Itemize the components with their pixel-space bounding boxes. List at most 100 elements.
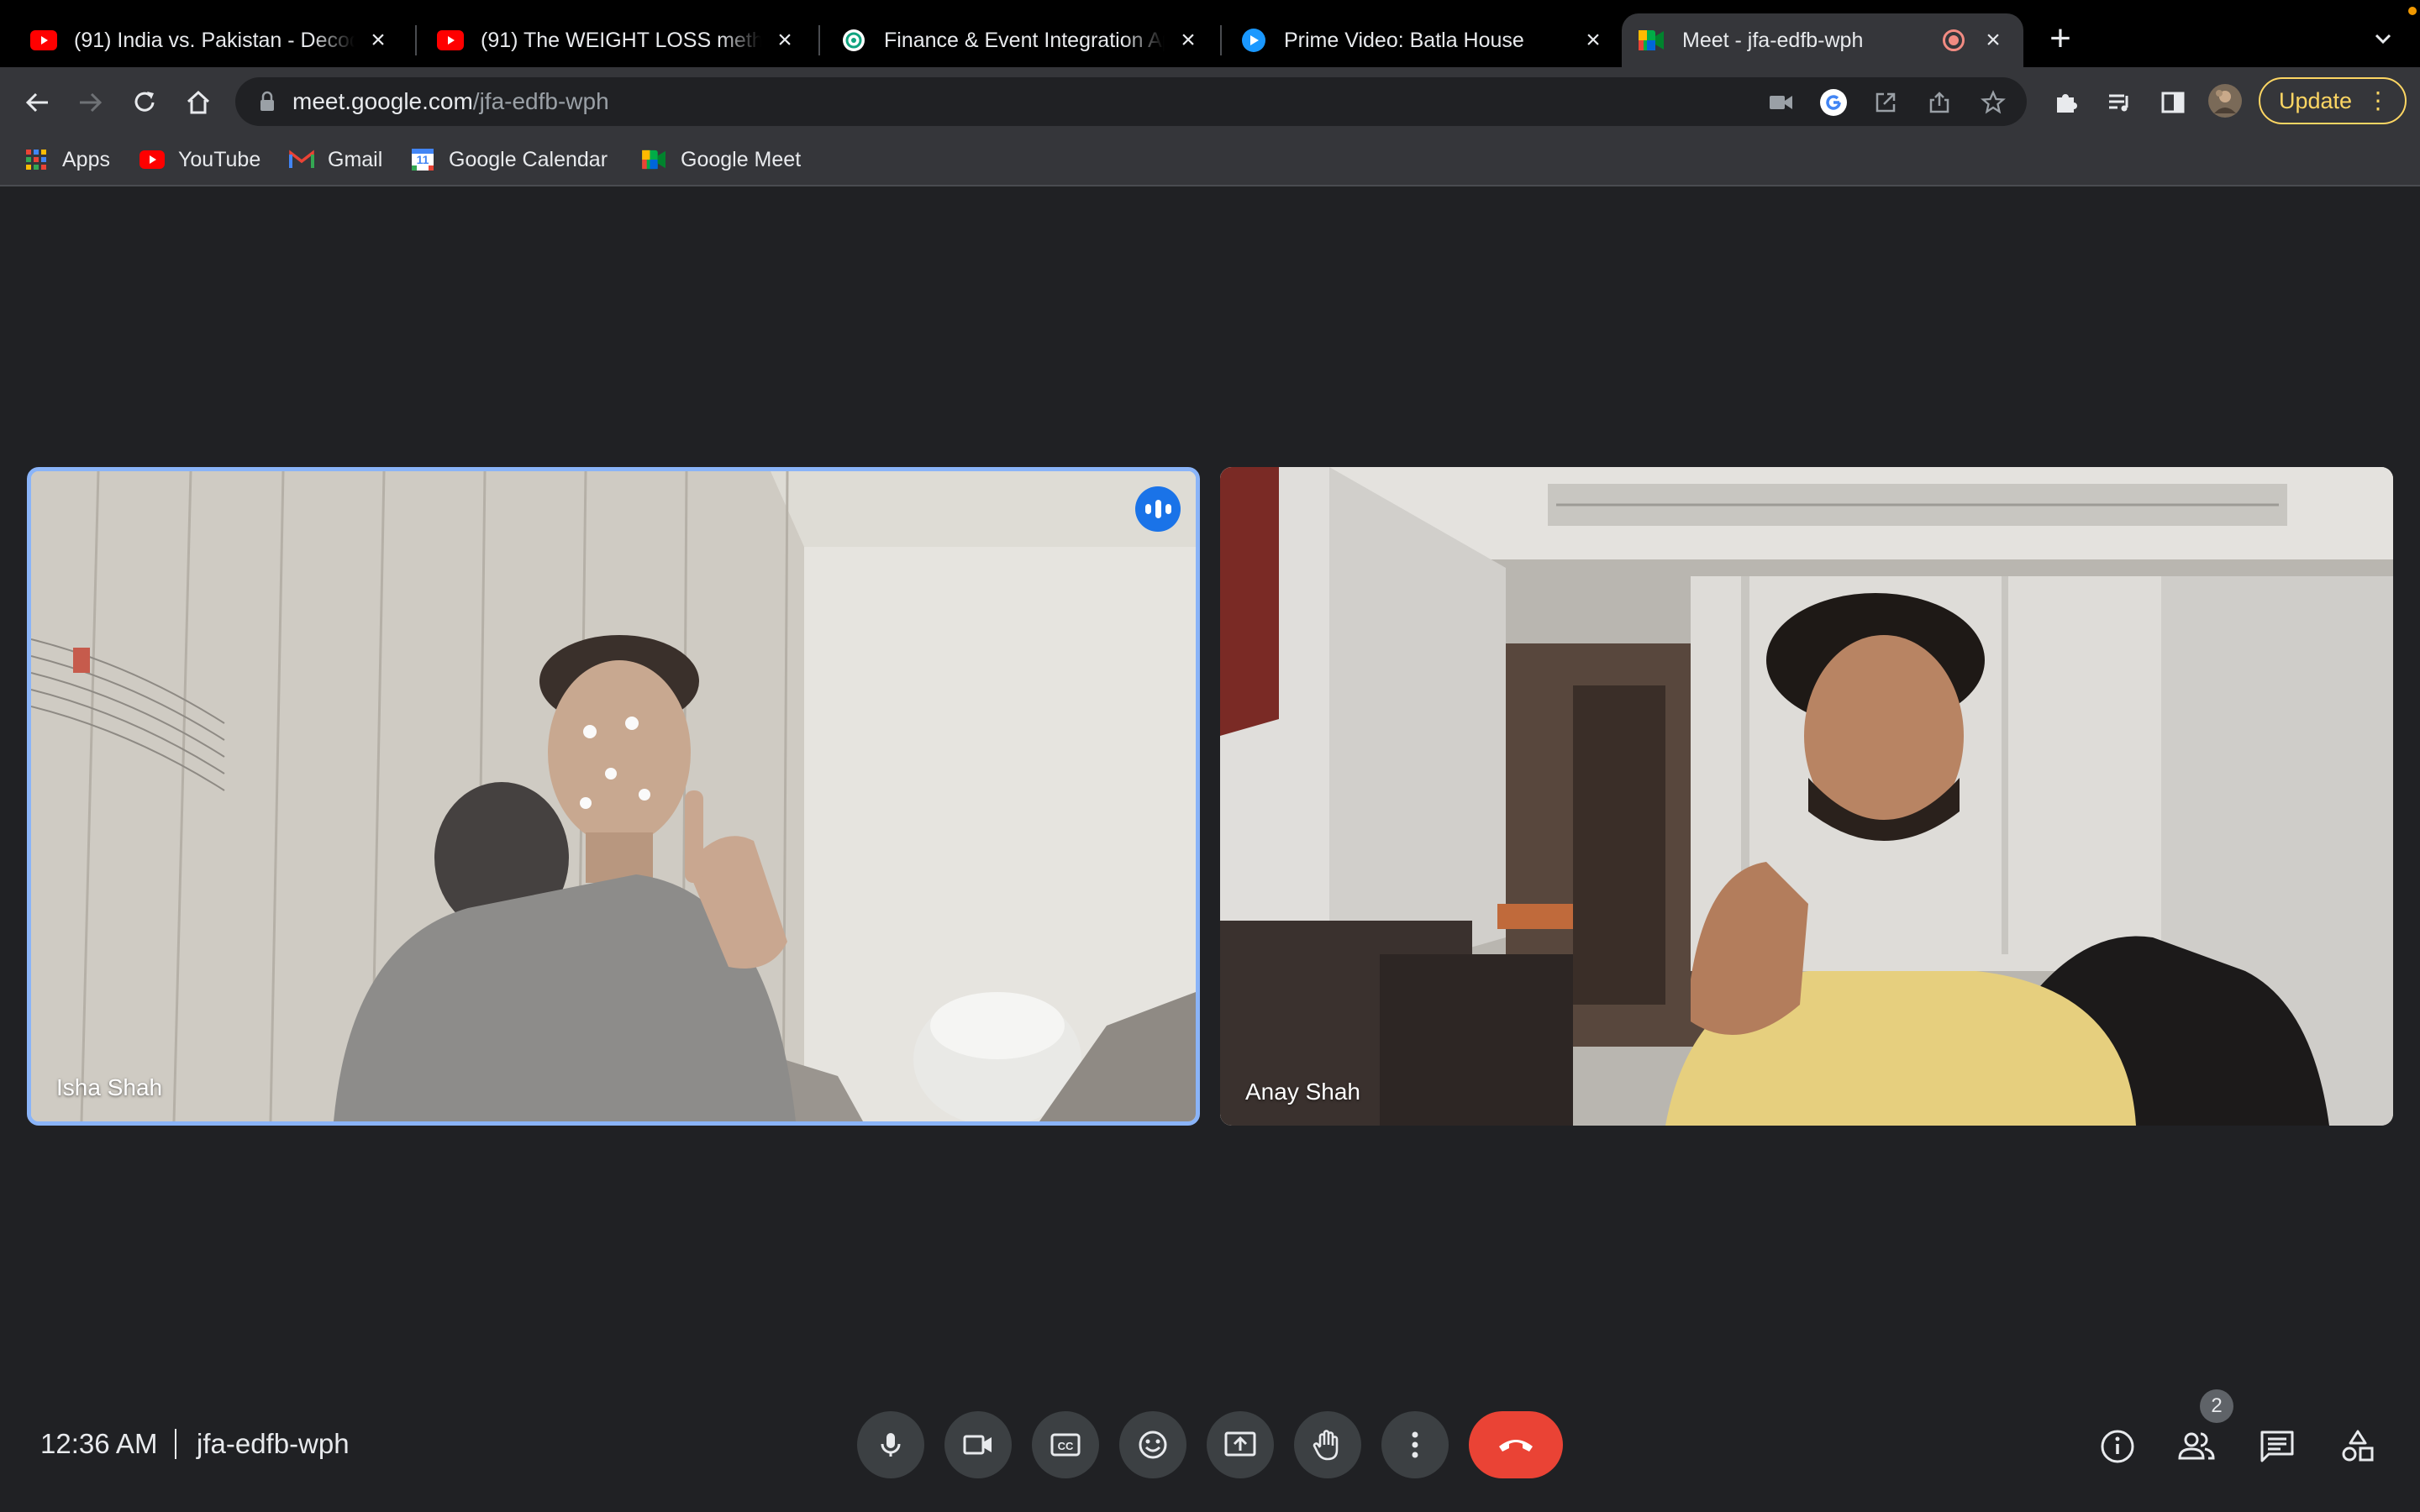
info-icon xyxy=(2101,1430,2134,1463)
more-options-button[interactable] xyxy=(1381,1411,1449,1478)
youtube-icon xyxy=(30,27,57,54)
close-icon[interactable]: × xyxy=(771,26,798,54)
tab-separator xyxy=(1220,25,1222,55)
people-icon xyxy=(2178,1432,2215,1460)
more-vert-icon xyxy=(1412,1431,1418,1458)
video-feed xyxy=(1220,467,2393,1126)
tab-separator xyxy=(818,25,820,55)
activities-button[interactable] xyxy=(2336,1425,2380,1468)
chat-icon xyxy=(2260,1431,2294,1462)
url-host: meet.google.com xyxy=(292,88,473,114)
bookmarks-bar: Apps YouTube Gmail 11 Google Calendar Go… xyxy=(0,136,2420,186)
tab-title: Meet - jfa-edfb-wph xyxy=(1682,28,1864,52)
bookmark-youtube[interactable]: YouTube xyxy=(139,143,260,176)
meeting-details-button[interactable] xyxy=(2096,1425,2139,1468)
open-in-app-icon[interactable] xyxy=(1870,87,1901,118)
tab-title: (91) The WEIGHT LOSS method xyxy=(481,28,761,52)
activities-shapes-icon xyxy=(2342,1430,2374,1462)
people-button[interactable] xyxy=(2175,1425,2218,1468)
google-meet-icon xyxy=(642,147,667,172)
bookmark-label: YouTube xyxy=(178,147,261,171)
tab-weight-loss[interactable]: (91) The WEIGHT LOSS method × xyxy=(420,13,815,67)
share-icon[interactable] xyxy=(1924,87,1954,118)
forward-button[interactable] xyxy=(72,84,109,121)
bookmark-star-icon[interactable] xyxy=(1978,87,2008,118)
participant-tile-anay-shah[interactable]: Anay Shah xyxy=(1220,467,2393,1126)
tab-title: Prime Video: Batla House xyxy=(1284,28,1524,52)
camera-in-use-icon[interactable] xyxy=(1766,87,1797,118)
tab-title: Finance & Event Integration App xyxy=(884,28,1165,52)
chrome-menu-icon[interactable]: ⋮ xyxy=(2366,87,2390,114)
back-button[interactable] xyxy=(18,84,55,121)
microphone-button[interactable] xyxy=(857,1411,924,1478)
bookmark-label: Apps xyxy=(62,147,110,171)
extensions-icon[interactable] xyxy=(2047,84,2084,121)
microphone-icon xyxy=(881,1433,901,1457)
side-panel-icon[interactable] xyxy=(2154,84,2191,121)
url-text[interactable]: meet.google.com/jfa-edfb-wph xyxy=(292,88,609,115)
chat-button[interactable] xyxy=(2255,1425,2299,1468)
update-button[interactable]: Update ⋮ xyxy=(2259,77,2407,124)
close-icon[interactable]: × xyxy=(365,26,392,54)
participant-name: Anay Shah xyxy=(1245,1079,1360,1105)
tab-prime-video[interactable]: Prime Video: Batla House × xyxy=(1223,13,1623,67)
google-meet-icon xyxy=(1639,27,1665,54)
apps-grid-icon xyxy=(24,147,49,172)
recording-icon xyxy=(1943,29,1965,51)
closed-captions-icon: CC xyxy=(1050,1433,1081,1457)
tab-search-chevron-icon[interactable] xyxy=(2370,25,2396,52)
bookmark-label: Google Meet xyxy=(681,147,802,171)
bookmark-label: Gmail xyxy=(328,147,383,171)
close-icon[interactable]: × xyxy=(1580,26,1607,54)
video-camera-icon xyxy=(963,1435,992,1455)
prime-video-icon xyxy=(1240,27,1267,54)
hang-up-icon xyxy=(1499,1440,1533,1452)
meeting-code: jfa-edfb-wph xyxy=(197,1428,350,1459)
chatgpt-icon xyxy=(840,27,867,54)
close-icon[interactable]: × xyxy=(1175,26,1202,54)
tab-india-vs-pakistan[interactable]: (91) India vs. Pakistan - Decoding × xyxy=(13,13,408,67)
update-label: Update xyxy=(2279,87,2353,113)
tab-title: (91) India vs. Pakistan - Decoding xyxy=(74,28,355,52)
youtube-icon xyxy=(139,147,165,172)
reload-button[interactable] xyxy=(126,84,163,121)
lock-icon[interactable] xyxy=(259,91,276,117)
google-lens-icon[interactable] xyxy=(1818,87,1849,118)
raise-hand-icon xyxy=(1313,1430,1339,1461)
leave-call-button[interactable] xyxy=(1469,1411,1563,1478)
camera-button[interactable] xyxy=(944,1411,1012,1478)
bookmark-google-meet[interactable]: Google Meet xyxy=(642,143,801,176)
speaking-indicator-icon xyxy=(1135,486,1181,532)
captions-button[interactable]: CC xyxy=(1032,1411,1099,1478)
svg-text:CC: CC xyxy=(1058,1440,1074,1452)
calendar-day: 11 xyxy=(416,153,429,166)
media-controls-icon[interactable] xyxy=(2101,84,2138,121)
tab-separator xyxy=(415,25,417,55)
people-count-badge: 2 xyxy=(2200,1389,2233,1423)
divider xyxy=(175,1429,176,1459)
present-screen-button[interactable] xyxy=(1207,1411,1274,1478)
bookmark-gmail[interactable]: Gmail xyxy=(289,143,382,176)
tab-google-meet[interactable]: Meet - jfa-edfb-wph × xyxy=(1622,13,2023,67)
tab-finance-app[interactable]: Finance & Event Integration App × xyxy=(823,13,1218,67)
profile-avatar[interactable] xyxy=(2207,82,2244,119)
gmail-icon xyxy=(289,147,314,172)
meeting-clock: 12:36 AM xyxy=(40,1428,158,1459)
bookmark-google-calendar[interactable]: 11 Google Calendar xyxy=(410,143,608,176)
bookmark-label: Google Calendar xyxy=(449,147,608,171)
reactions-button[interactable] xyxy=(1119,1411,1186,1478)
emoji-icon xyxy=(1139,1431,1167,1459)
new-tab-button[interactable]: + xyxy=(2044,20,2077,57)
notification-dot xyxy=(2408,7,2417,15)
home-button[interactable] xyxy=(180,84,217,121)
google-calendar-icon: 11 xyxy=(410,147,435,172)
raise-hand-button[interactable] xyxy=(1294,1411,1361,1478)
close-icon[interactable]: × xyxy=(1980,26,2007,54)
youtube-icon xyxy=(437,27,464,54)
bookmark-apps[interactable]: Apps xyxy=(24,143,110,176)
video-feed xyxy=(31,471,1196,1121)
present-screen-icon xyxy=(1224,1431,1256,1457)
address-bar[interactable]: meet.google.com/jfa-edfb-wph xyxy=(235,77,2027,126)
participant-tile-isha-shah[interactable]: Isha Shah xyxy=(27,467,1200,1126)
url-path: /jfa-edfb-wph xyxy=(472,88,609,114)
